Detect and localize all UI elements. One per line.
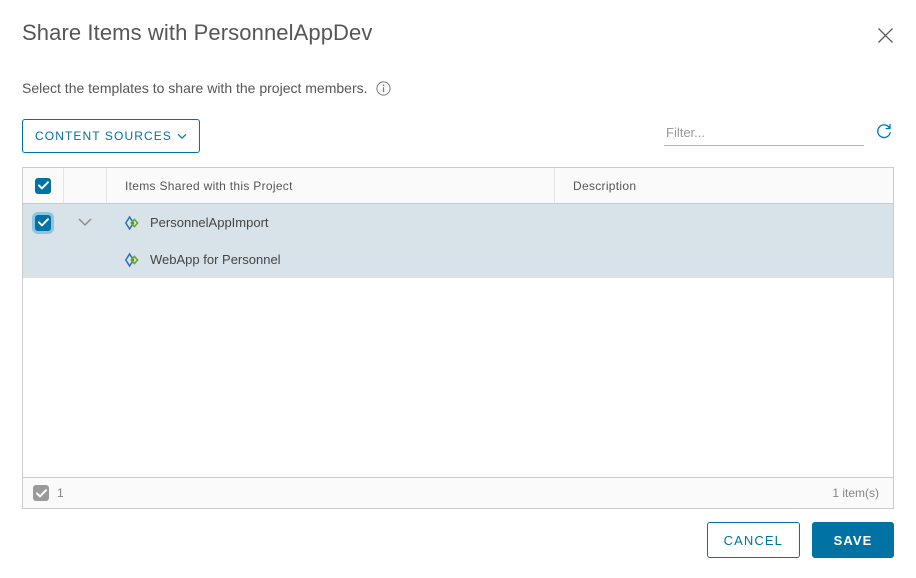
datagrid-header-row: Items Shared with this Project Descripti… [22,167,894,204]
header-expand-cell [63,168,106,203]
footer-selection: 1 [33,485,64,501]
header-select-all-cell [23,168,63,203]
chevron-down-icon [177,129,187,143]
share-items-dialog: Share Items with PersonnelAppDev Select … [0,0,916,578]
content-sources-button[interactable]: CONTENT SOURCES [22,119,200,153]
close-button[interactable] [870,20,900,50]
template-diamond-icon [124,252,140,268]
row-select-cell [23,204,63,241]
table-row[interactable]: PersonnelAppImport [23,204,893,241]
row-checkbox[interactable] [35,214,51,231]
filter-input[interactable] [664,121,864,146]
dialog-subtitle-row: Select the templates to share with the p… [22,79,391,97]
datagrid: Items Shared with this Project Descripti… [22,167,894,509]
row-description-cell [554,241,893,278]
row-select-cell [23,241,63,278]
refresh-button[interactable] [874,123,894,144]
row-name-label: WebApp for Personnel [150,252,281,267]
column-header-name[interactable]: Items Shared with this Project [106,168,554,203]
datagrid-rows: PersonnelAppImport WebApp for Personnel [23,204,893,278]
datagrid-footer: 1 1 item(s) [22,477,894,509]
dialog-header: Share Items with PersonnelAppDev [22,18,894,58]
selected-count-label: 1 [57,486,64,500]
row-expand-cell [63,241,106,278]
table-row[interactable]: WebApp for Personnel [23,241,893,278]
datagrid-body: PersonnelAppImport WebApp for Personnel [22,204,894,477]
selected-count-checkbox-icon [33,485,49,501]
row-description-cell [554,204,893,241]
column-header-description[interactable]: Description [554,168,893,203]
row-name-cell: WebApp for Personnel [106,241,554,278]
filter-area [664,121,894,146]
page-title: Share Items with PersonnelAppDev [22,20,373,45]
item-count-label: 1 item(s) [832,486,879,500]
dialog-actions: CANCEL SAVE [706,522,894,558]
content-sources-label: CONTENT SOURCES [35,129,172,143]
refresh-icon [875,123,893,144]
cancel-button[interactable]: CANCEL [706,522,800,558]
dialog-subtitle: Select the templates to share with the p… [22,80,368,96]
template-diamond-icon [124,215,140,231]
row-expand-cell [63,204,106,241]
row-name-label: PersonnelAppImport [150,215,269,230]
row-name-cell: PersonnelAppImport [106,204,554,241]
save-button[interactable]: SAVE [812,522,894,558]
info-icon[interactable] [375,80,391,96]
select-all-checkbox[interactable] [35,177,51,194]
close-icon [877,27,894,44]
chevron-down-icon[interactable] [78,218,92,227]
grid-toolbar: CONTENT SOURCES [22,119,894,155]
